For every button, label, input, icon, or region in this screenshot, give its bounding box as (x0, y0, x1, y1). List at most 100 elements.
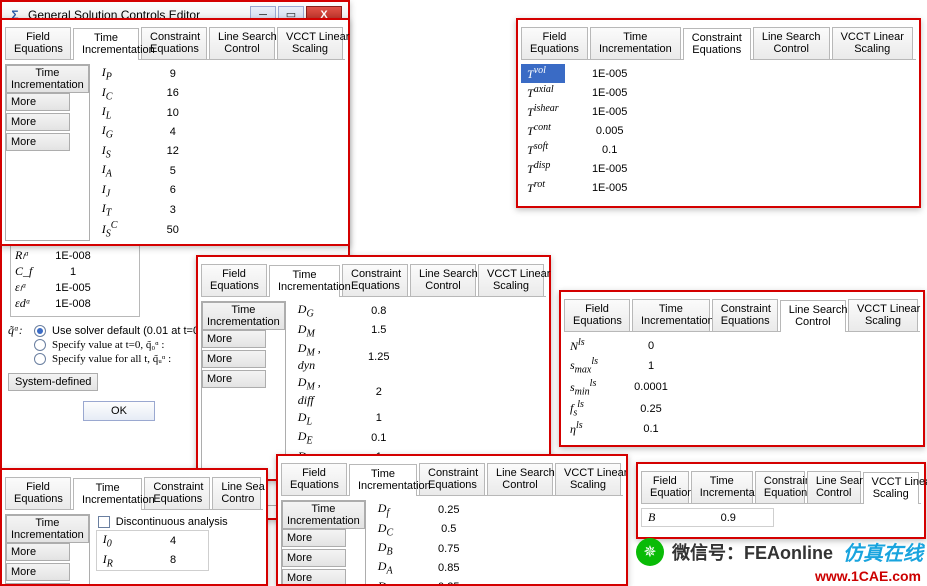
param-value[interactable]: 50 (138, 219, 208, 240)
tab-constraint-equations[interactable]: ConstraintEquations (683, 28, 751, 60)
more-button[interactable]: More (282, 549, 346, 567)
param-value[interactable]: 0.1 (334, 428, 424, 447)
more-button[interactable]: More (202, 330, 266, 348)
tab-field-equations[interactable]: FieldEquations (5, 27, 71, 59)
param-value[interactable]: 1E-008 (43, 298, 103, 310)
param-value[interactable]: 0.75 (414, 539, 484, 558)
tab-vcct[interactable]: VCCT LinearScaling (832, 27, 913, 59)
more-button[interactable]: More (6, 93, 70, 111)
radio-solver-default[interactable] (34, 325, 46, 337)
radio-value-t0[interactable] (34, 339, 46, 351)
tab-time-incrementation[interactable]: TimeIncrementation (349, 464, 417, 496)
param-value[interactable]: 1 (334, 409, 424, 428)
tab-vcct[interactable]: VCCT LinearScaling (848, 299, 918, 331)
tab-field-equations[interactable]: FieldEquations (641, 471, 689, 503)
param-value[interactable]: 0.25 (606, 398, 696, 419)
param-value[interactable]: 8 (138, 551, 208, 571)
tab-constraint-equations[interactable]: ConstraintEquations (342, 264, 408, 296)
more-button[interactable]: More (202, 350, 266, 368)
param-value[interactable]: 0.9 (684, 509, 774, 527)
more-button[interactable]: More (6, 543, 70, 561)
param-symbol: IR (96, 551, 138, 571)
tab-line-search[interactable]: Line SearchControl (807, 471, 861, 503)
param-value[interactable]: 1.25 (334, 340, 424, 374)
tab-vcct[interactable]: VCCT LinearScaling (555, 463, 621, 495)
tab-time-incrementation[interactable]: TimeIncrementation (73, 478, 142, 510)
param-value[interactable]: 1E-005 (565, 102, 655, 121)
tab-line-search[interactable]: Line SearchControl (487, 463, 553, 495)
param-value[interactable]: 0.0001 (606, 377, 696, 398)
param-value[interactable]: 0.5 (414, 520, 484, 539)
tab-field-equations[interactable]: FieldEquations (281, 463, 347, 495)
tab-constraint-equations[interactable]: ConstraintEquations (712, 299, 778, 331)
param-value[interactable]: 10 (138, 103, 208, 122)
tab-line-search[interactable]: Line SeaContro (212, 477, 261, 509)
param-value[interactable]: 0.8 (334, 301, 424, 320)
tab-vcct[interactable]: VCCT LinearScaling (863, 472, 919, 504)
param-value[interactable]: 1E-005 (565, 178, 655, 197)
more-button[interactable]: More (282, 569, 346, 586)
param-value[interactable]: 4 (138, 531, 208, 551)
more-button[interactable]: More (6, 563, 70, 581)
param-value[interactable]: 1 (43, 266, 103, 278)
param-symbol: εₗᵅ (15, 280, 43, 295)
more-button[interactable]: More (6, 113, 70, 131)
tab-field-equations[interactable]: FieldEquations (521, 27, 588, 59)
ok-button[interactable]: OK (83, 401, 155, 421)
system-defined-button[interactable]: System-defined (8, 373, 98, 391)
param-symbol: C_f (15, 264, 43, 279)
param-value[interactable]: 1E-005 (565, 64, 655, 83)
tab-time-incrementation[interactable]: TimeIncrementation (269, 265, 340, 297)
param-value[interactable]: 12 (138, 142, 208, 161)
param-value[interactable]: 3 (138, 200, 208, 219)
param-symbol: DA (372, 558, 414, 577)
tab-time-incrementation[interactable]: TimeIncrementation (691, 471, 753, 503)
param-symbol: IC (96, 84, 138, 103)
tab-field-equations[interactable]: FieldEquations (5, 477, 71, 509)
param-symbol: DM (292, 321, 334, 340)
param-value[interactable]: 2 (334, 374, 424, 408)
param-value[interactable]: 1E-005 (43, 282, 103, 294)
param-value[interactable]: 5 (138, 161, 208, 180)
site-link[interactable]: www.1CAE.com (815, 568, 921, 584)
tab-vcct[interactable]: VCCT LinearScaling (478, 264, 544, 296)
tab-time-incrementation[interactable]: TimeIncrementation (590, 27, 681, 59)
param-value[interactable]: 1 (606, 355, 696, 376)
param-value[interactable]: 0.005 (565, 121, 655, 140)
param-value[interactable]: 1E-008 (43, 250, 103, 262)
more-button[interactable]: More (6, 133, 70, 151)
param-symbol: DG (292, 301, 334, 320)
param-value[interactable]: 0 (606, 336, 696, 355)
param-value[interactable]: 4 (138, 122, 208, 141)
tab-constraint-equations[interactable]: ConstraintEquations (755, 471, 805, 503)
param-value[interactable]: 1E-005 (565, 83, 655, 102)
param-value[interactable]: 0.85 (414, 558, 484, 577)
checkbox-discontinuous[interactable] (98, 516, 110, 528)
param-value[interactable]: 0.1 (565, 140, 655, 159)
tab-line-search[interactable]: Line SearchControl (209, 27, 275, 59)
param-value[interactable]: 6 (138, 181, 208, 200)
param-symbol: Nls (564, 336, 606, 355)
param-value[interactable]: 0.1 (606, 419, 696, 438)
tab-line-search[interactable]: Line SearchControl (780, 300, 846, 332)
param-symbol: IP (96, 64, 138, 83)
tab-time-incrementation[interactable]: TimeIncrementation (73, 28, 139, 60)
param-value[interactable]: 1E-005 (565, 159, 655, 178)
param-value[interactable]: 1.5 (334, 321, 424, 340)
tab-vcct[interactable]: VCCT LinearScaling (277, 27, 343, 59)
param-value[interactable]: 9 (138, 64, 208, 83)
param-value[interactable]: 16 (138, 84, 208, 103)
param-symbol: Tcont (521, 121, 565, 140)
more-button[interactable]: More (202, 370, 266, 388)
param-symbol: fsls (564, 398, 606, 419)
radio-value-all-t[interactable] (34, 353, 46, 365)
tab-time-incrementation[interactable]: TimeIncrementation (632, 299, 710, 331)
tab-line-search[interactable]: Line SearchControl (753, 27, 830, 59)
param-value[interactable]: 0.25 (414, 500, 484, 519)
tab-field-equations[interactable]: FieldEquations (201, 264, 267, 296)
param-symbol: DC (372, 520, 414, 539)
tab-field-equations[interactable]: FieldEquations (564, 299, 630, 331)
tab-line-search[interactable]: Line SearchControl (410, 264, 476, 296)
param-value[interactable]: 0.25 (414, 578, 484, 586)
more-button[interactable]: More (282, 529, 346, 547)
